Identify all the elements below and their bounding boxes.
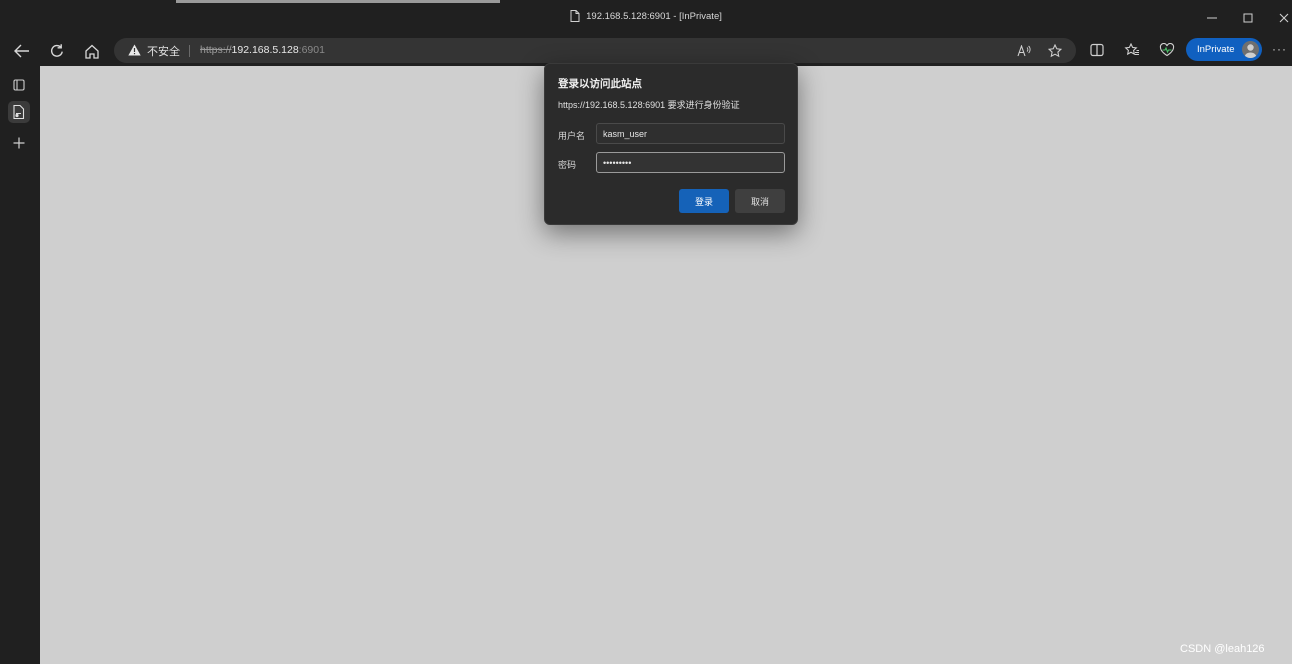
minimize-button[interactable] (1200, 8, 1224, 28)
read-aloud-icon[interactable] (1016, 43, 1032, 59)
favorites-icon[interactable] (1121, 41, 1143, 59)
profile-avatar (1242, 41, 1259, 58)
url-host: 192.168.5.128 (231, 44, 299, 56)
tab-actions-icon[interactable] (8, 74, 30, 96)
back-button[interactable] (10, 40, 34, 62)
home-button[interactable] (80, 40, 104, 62)
window-title-text: 192.168.5.128:6901 - [InPrivate] (586, 11, 722, 22)
url-port: :6901 (298, 44, 325, 56)
site-security-indicator[interactable]: 不安全 (128, 43, 180, 59)
inprivate-profile-button[interactable]: InPrivate (1186, 38, 1262, 61)
address-bar[interactable]: 不安全 https://192.168.5.128:6901 (114, 38, 1076, 63)
new-tab-plus-icon[interactable] (8, 132, 30, 154)
username-field[interactable]: kasm_user (596, 123, 785, 144)
csdn-watermark: CSDN @leah126 (1180, 643, 1265, 655)
current-tab-page-icon[interactable] (8, 101, 30, 123)
dialog-message: https://192.168.5.128:6901 要求进行身份验证 (558, 100, 740, 110)
maximize-button[interactable] (1236, 8, 1260, 28)
window-title: 192.168.5.128:6901 - [InPrivate] (0, 10, 1292, 25)
close-window-button[interactable] (1272, 8, 1292, 28)
inprivate-label: InPrivate (1197, 44, 1235, 55)
password-label: 密码 (558, 160, 577, 170)
vertical-tab-sidebar (0, 66, 40, 664)
title-bar: 192.168.5.128:6901 - [InPrivate] (0, 0, 1292, 36)
login-button[interactable]: 登录 (679, 189, 729, 213)
address-divider (189, 45, 190, 57)
cancel-button[interactable]: 取消 (735, 189, 785, 213)
split-screen-icon[interactable] (1086, 41, 1108, 59)
url-text[interactable]: https://192.168.5.128:6901 (200, 44, 325, 56)
tab-strip-indicator (176, 0, 500, 3)
dialog-title: 登录以访问此站点 (558, 78, 642, 90)
favorite-star-icon[interactable] (1047, 43, 1063, 59)
username-label: 用户名 (558, 131, 586, 141)
browser-essentials-heart-icon[interactable] (1156, 41, 1178, 59)
refresh-button[interactable] (45, 40, 69, 62)
warning-triangle-icon (128, 44, 141, 59)
settings-more-button[interactable]: ··· (1272, 42, 1287, 56)
password-field[interactable]: ••••••••• (596, 152, 785, 173)
http-auth-dialog: 登录以访问此站点 https://192.168.5.128:6901 要求进行… (544, 63, 798, 225)
url-scheme: https:// (200, 44, 232, 56)
page-document-icon (570, 10, 580, 25)
navigation-bar: 不安全 https://192.168.5.128:6901 (0, 36, 1292, 66)
not-secure-label: 不安全 (147, 46, 180, 58)
